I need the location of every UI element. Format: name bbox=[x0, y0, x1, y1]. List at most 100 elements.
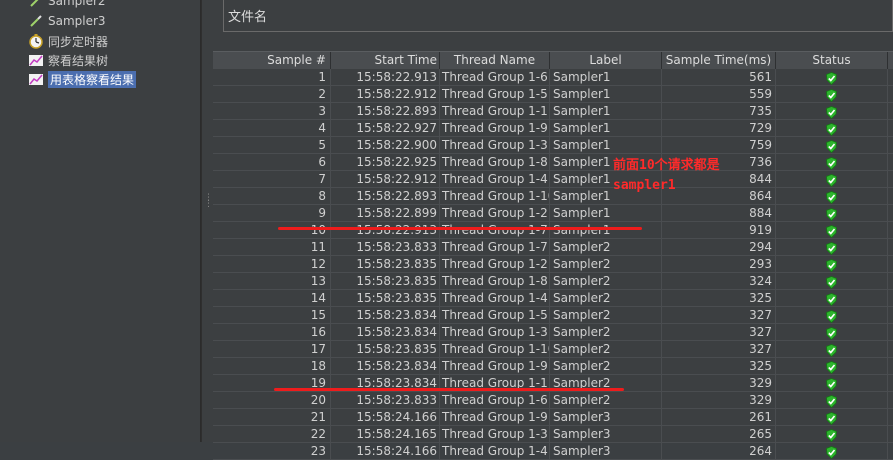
tree-item-view-results-tree[interactable]: 察看结果树 bbox=[28, 51, 108, 69]
cell-thread-name: Thread Group 1-2 bbox=[440, 256, 550, 272]
cell-thread-name: Thread Group 1-10 bbox=[442, 341, 550, 357]
cell-status bbox=[776, 86, 888, 102]
cell-start-time: 15:58:22.913 bbox=[331, 69, 440, 85]
cell-sample-time: 324 bbox=[662, 273, 776, 289]
table-row[interactable]: 14 15:58:23.835 Thread Group 1-4 Sampler2 32… bbox=[213, 290, 893, 307]
table-row[interactable]: 1 15:58:22.913 Thread Group 1-6 Sampler1 561 bbox=[213, 69, 893, 86]
success-shield-icon bbox=[826, 326, 837, 340]
success-shield-icon bbox=[826, 207, 837, 221]
cell-start-time: 15:58:24.165 bbox=[331, 426, 440, 442]
tree-item-sampler2[interactable]: Sampler2 bbox=[28, 0, 106, 10]
results-table[interactable]: Sample # Start Time Thread Name Label Sa… bbox=[213, 51, 893, 460]
cell-label: Sampler2 bbox=[550, 273, 662, 289]
cell-label: Sampler1 bbox=[550, 137, 662, 153]
chart-icon bbox=[28, 71, 44, 87]
cell-status bbox=[776, 239, 888, 255]
table-row[interactable]: 20 15:58:23.833 Thread Group 1-6 Sampler2 32… bbox=[213, 392, 893, 409]
cell-sample: 8 bbox=[213, 188, 331, 204]
cell-thread-name: Thread Group 1-4 bbox=[440, 171, 550, 187]
cell-sample: 7 bbox=[213, 171, 331, 187]
cell-label: Sampler2 bbox=[550, 341, 662, 357]
tree-item-label: Sampler2 bbox=[48, 0, 106, 8]
cell-extra bbox=[888, 375, 893, 391]
column-header-sample[interactable]: Sample # bbox=[213, 52, 331, 69]
table-row[interactable]: 23 15:58:24.166 Thread Group 1-4 Sampler3 26… bbox=[213, 443, 893, 460]
column-header-start-time[interactable]: Start Time bbox=[331, 52, 440, 69]
table-row[interactable]: 2 15:58:22.912 Thread Group 1-5 Sampler1 559 bbox=[213, 86, 893, 103]
cell-status bbox=[776, 426, 888, 442]
cell-sample-time: 327 bbox=[662, 324, 776, 340]
file-name-input[interactable] bbox=[275, 0, 893, 32]
column-header-sample-time[interactable]: Sample Time(ms) bbox=[662, 52, 776, 69]
cell-start-time: 15:58:22.899 bbox=[331, 205, 440, 221]
table-row[interactable]: 6 15:58:22.925 Thread Group 1-8 Sampler1 736 bbox=[213, 154, 893, 171]
cell-label: Sampler1 bbox=[550, 120, 662, 136]
table-row[interactable]: 8 15:58:22.893 Thread Group 1-10 Sampler1 86… bbox=[213, 188, 893, 205]
cell-status bbox=[776, 154, 888, 170]
tree-item-view-results-table[interactable]: 用表格察看结果 bbox=[28, 70, 137, 88]
cell-thread-name: Thread Group 1-5 bbox=[440, 307, 550, 323]
column-header-status[interactable]: Status bbox=[776, 52, 888, 69]
table-row[interactable]: 10 15:58:22.913 Thread Group 1-7 Sampler1 91… bbox=[213, 222, 893, 239]
tree-item-sampler3[interactable]: Sampler3 bbox=[28, 12, 106, 30]
cell-thread-name: Thread Group 1-10 bbox=[442, 188, 550, 204]
success-shield-icon bbox=[826, 105, 837, 119]
success-shield-icon bbox=[826, 71, 837, 85]
annotation-underline-first bbox=[278, 227, 642, 230]
cell-extra bbox=[888, 103, 893, 119]
cell-start-time: 15:58:23.833 bbox=[331, 239, 440, 255]
cell-start-time: 15:58:23.834 bbox=[331, 358, 440, 374]
table-row[interactable]: 22 15:58:24.165 Thread Group 1-3 Sampler3 26… bbox=[213, 426, 893, 443]
table-row[interactable]: 21 15:58:24.166 Thread Group 1-9 Sampler3 26… bbox=[213, 409, 893, 426]
cell-thread-name: Thread Group 1-3 bbox=[440, 426, 550, 442]
table-row[interactable]: 16 15:58:23.834 Thread Group 1-3 Sampler2 32… bbox=[213, 324, 893, 341]
cell-sample-time: 264 bbox=[662, 443, 776, 459]
table-row[interactable]: 11 15:58:23.833 Thread Group 1-7 Sampler2 29… bbox=[213, 239, 893, 256]
table-row[interactable]: 17 15:58:23.835 Thread Group 1-10 Sampler2 3… bbox=[213, 341, 893, 358]
cell-thread-name: Thread Group 1-9 bbox=[440, 358, 550, 374]
cell-sample: 4 bbox=[213, 120, 331, 136]
table-row[interactable]: 13 15:58:23.835 Thread Group 1-8 Sampler2 32… bbox=[213, 273, 893, 290]
cell-start-time: 15:58:22.912 bbox=[331, 171, 440, 187]
file-row: 文件名 bbox=[213, 0, 893, 36]
table-row[interactable]: 9 15:58:22.899 Thread Group 1-2 Sampler1 884 bbox=[213, 205, 893, 222]
cell-extra bbox=[888, 222, 893, 238]
success-shield-icon bbox=[826, 377, 837, 391]
success-shield-icon bbox=[826, 224, 837, 238]
table-row[interactable]: 12 15:58:23.835 Thread Group 1-2 Sampler2 29… bbox=[213, 256, 893, 273]
column-header-label[interactable]: Label bbox=[550, 52, 662, 69]
cell-sample-time: 559 bbox=[662, 86, 776, 102]
table-row[interactable]: 5 15:58:22.900 Thread Group 1-3 Sampler1 759 bbox=[213, 137, 893, 154]
cell-sample-time: 294 bbox=[662, 239, 776, 255]
cell-label: Sampler2 bbox=[550, 256, 662, 272]
success-shield-icon bbox=[826, 428, 837, 442]
cell-sample-time: 735 bbox=[662, 103, 776, 119]
table-row[interactable]: 4 15:58:22.927 Thread Group 1-9 Sampler1 729 bbox=[213, 120, 893, 137]
tree-item-sync-timer[interactable]: 同步定时器 bbox=[28, 32, 108, 50]
cell-label: Sampler3 bbox=[550, 443, 662, 459]
cell-sample-time: 327 bbox=[662, 341, 776, 357]
cell-label: Sampler1 bbox=[550, 222, 662, 238]
cell-thread-name: Thread Group 1-1 bbox=[440, 103, 550, 119]
success-shield-icon bbox=[826, 394, 837, 408]
cell-status bbox=[776, 256, 888, 272]
table-row[interactable]: 7 15:58:22.912 Thread Group 1-4 Sampler1 844 bbox=[213, 171, 893, 188]
tree-item-label: 察看结果树 bbox=[48, 53, 109, 68]
column-header-thread-name[interactable]: Thread Name bbox=[440, 52, 550, 69]
cell-label: Sampler2 bbox=[550, 358, 662, 374]
cell-sample-time: 325 bbox=[662, 358, 776, 374]
cell-status bbox=[776, 120, 888, 136]
cell-status bbox=[776, 205, 888, 221]
cell-start-time: 15:58:24.166 bbox=[331, 409, 440, 425]
table-row[interactable]: 18 15:58:23.834 Thread Group 1-9 Sampler2 32… bbox=[213, 358, 893, 375]
cell-extra bbox=[888, 154, 893, 170]
cell-thread-name: Thread Group 1-8 bbox=[440, 273, 550, 289]
cell-status bbox=[776, 273, 888, 289]
test-plan-tree[interactable]: Sampler2 Sampler3 同步定时器 察看结果树 用表格察看结果 bbox=[0, 0, 201, 442]
table-row[interactable]: 15 15:58:23.834 Thread Group 1-5 Sampler2 32… bbox=[213, 307, 893, 324]
table-body: 1 15:58:22.913 Thread Group 1-6 Sampler1 561… bbox=[213, 69, 893, 460]
success-shield-icon bbox=[826, 258, 837, 272]
table-row[interactable]: 3 15:58:22.893 Thread Group 1-1 Sampler1 735 bbox=[213, 103, 893, 120]
success-shield-icon bbox=[826, 241, 837, 255]
column-header-extra bbox=[888, 52, 893, 69]
